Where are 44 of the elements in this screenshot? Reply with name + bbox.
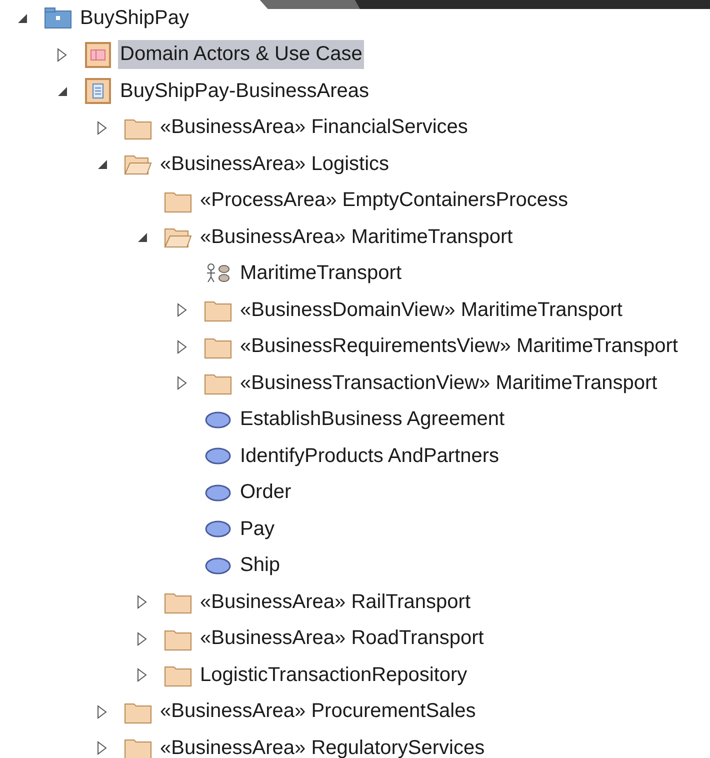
tree-item-label[interactable]: «ProcessArea» EmptyContainersProcess bbox=[198, 186, 570, 216]
tree-item-label[interactable]: «BusinessArea» Logistics bbox=[158, 150, 392, 179]
expand-arrow-icon[interactable] bbox=[97, 741, 107, 756]
expand-arrow-icon[interactable] bbox=[177, 340, 187, 354]
package-icon bbox=[44, 7, 72, 30]
expand-arrow-icon[interactable] bbox=[177, 303, 187, 318]
tree-item-label[interactable]: «BusinessArea» RegulatoryServices bbox=[158, 734, 487, 758]
tree-item-label[interactable]: «BusinessArea» RoadTransport bbox=[198, 624, 486, 654]
expand-arrow-icon[interactable] bbox=[97, 704, 107, 719]
tree-item-label[interactable]: MaritimeTransport bbox=[238, 259, 404, 288]
use-case-icon bbox=[205, 556, 231, 575]
tree-item-label[interactable]: Pay bbox=[238, 514, 276, 544]
expand-arrow-icon[interactable] bbox=[137, 632, 147, 646]
expand-arrow-icon[interactable] bbox=[137, 595, 147, 610]
expand-arrow-icon[interactable] bbox=[137, 668, 147, 682]
tree-item-label[interactable]: IdentifyProducts AndPartners bbox=[238, 442, 502, 471]
diagram-icon bbox=[85, 42, 111, 68]
collapse-arrow-icon[interactable] bbox=[56, 86, 68, 97]
expand-arrow-icon[interactable] bbox=[177, 376, 187, 390]
use-case-icon bbox=[205, 410, 231, 429]
tree-item-label[interactable]: EstablishBusiness Agreement bbox=[238, 405, 507, 434]
use-case-icon bbox=[205, 447, 231, 466]
tree-item-label[interactable]: «BusinessTransactionView» MaritimeTransport bbox=[238, 368, 660, 398]
tree-item-label[interactable]: BuyShipPay bbox=[78, 4, 191, 33]
expand-arrow-icon[interactable] bbox=[97, 120, 107, 135]
tree-item-label[interactable]: «BusinessArea» FinancialServices bbox=[158, 113, 470, 142]
actor-use-case-icon bbox=[205, 262, 231, 285]
tree-item-label[interactable]: «BusinessArea» ProcurementSales bbox=[158, 697, 478, 726]
collapse-arrow-icon[interactable] bbox=[136, 232, 148, 243]
list-icon bbox=[85, 78, 111, 104]
tree-item-label[interactable]: «BusinessDomainView» MaritimeTransport bbox=[238, 296, 624, 325]
collapse-arrow-icon[interactable] bbox=[16, 12, 28, 24]
tree-item-label[interactable]: Order bbox=[238, 478, 294, 508]
tree-item-label[interactable]: «BusinessRequirementsView» MaritimeTransport bbox=[238, 332, 680, 362]
tree-item-label[interactable]: Domain Actors & Use Case bbox=[118, 40, 364, 70]
use-case-icon bbox=[205, 520, 231, 538]
tree-item-label[interactable]: LogisticTransactionRepository bbox=[198, 660, 470, 690]
use-case-icon bbox=[205, 484, 231, 502]
tree-item-label[interactable]: «BusinessArea» MaritimeTransport bbox=[198, 222, 515, 252]
collapse-arrow-icon[interactable] bbox=[96, 158, 108, 170]
expand-arrow-icon[interactable] bbox=[57, 48, 67, 62]
tree-item-label[interactable]: BuyShipPay-BusinessAreas bbox=[118, 76, 372, 106]
tree-item-label[interactable]: Ship bbox=[238, 551, 282, 580]
tree-item-label[interactable]: «BusinessArea» RailTransport bbox=[198, 588, 472, 617]
